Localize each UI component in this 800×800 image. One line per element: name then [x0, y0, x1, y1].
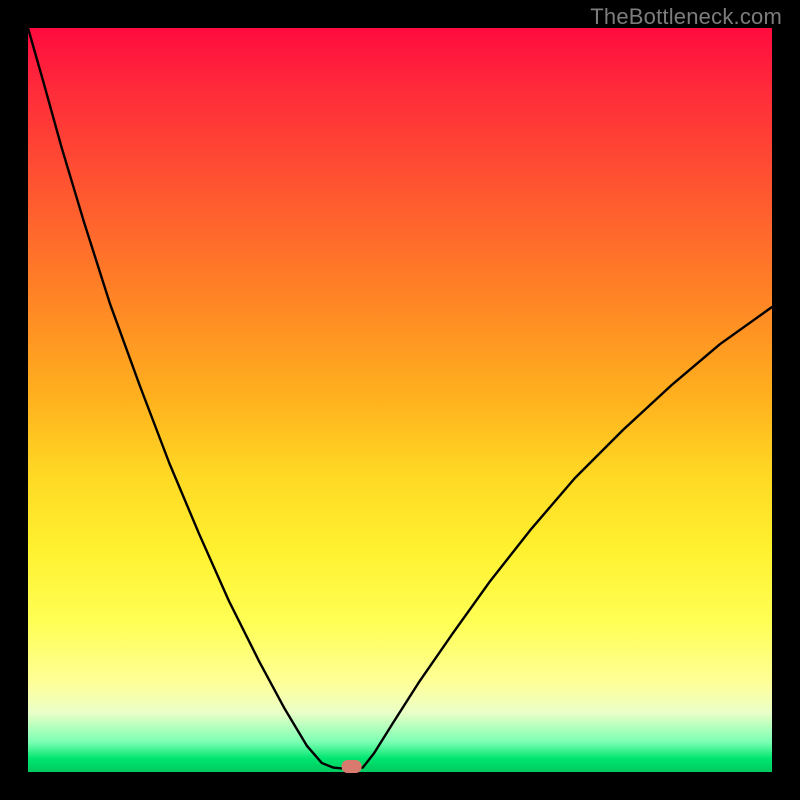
bottleneck-curve [28, 28, 772, 768]
optimum-marker [342, 760, 362, 773]
chart-frame: TheBottleneck.com [0, 0, 800, 800]
curve-layer [0, 0, 800, 800]
watermark-text: TheBottleneck.com [590, 4, 782, 30]
